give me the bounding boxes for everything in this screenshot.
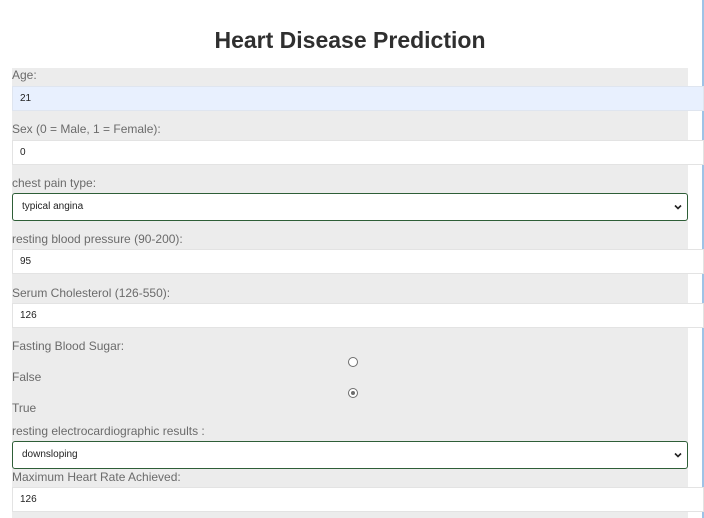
- sex-input[interactable]: 0: [12, 140, 704, 165]
- chevron-down-icon: [674, 452, 682, 458]
- restecg-label: resting electrocardiographic results :: [12, 424, 205, 438]
- restecg-select[interactable]: downsloping: [12, 441, 688, 469]
- fbs-false-radio[interactable]: [348, 357, 358, 367]
- max-heart-rate-input[interactable]: 126: [12, 487, 704, 512]
- fbs-true-radio[interactable]: [348, 388, 358, 398]
- chest-pain-label: chest pain type:: [12, 176, 97, 190]
- cholesterol-input[interactable]: 126: [12, 303, 704, 328]
- page-title: Heart Disease Prediction: [214, 27, 486, 53]
- chest-pain-select[interactable]: typical angina: [12, 193, 688, 221]
- fbs-false-label: False: [12, 370, 42, 384]
- cholesterol-label: Serum Cholesterol (126-550):: [12, 286, 171, 300]
- chest-pain-selected-value: typical angina: [22, 201, 84, 212]
- chevron-down-icon: [674, 204, 682, 210]
- max-heart-rate-label: Maximum Heart Rate Achieved:: [12, 470, 181, 484]
- age-input[interactable]: 21: [12, 86, 704, 111]
- resting-bp-input[interactable]: 95: [12, 249, 704, 274]
- resting-bp-label: resting blood pressure (90-200):: [12, 232, 183, 246]
- sex-label: Sex (0 = Male, 1 = Female):: [12, 122, 161, 136]
- restecg-selected-value: downsloping: [22, 449, 78, 460]
- fbs-true-label: True: [12, 401, 37, 415]
- fasting-blood-sugar-label: Fasting Blood Sugar:: [12, 339, 125, 353]
- age-label: Age:: [12, 68, 37, 82]
